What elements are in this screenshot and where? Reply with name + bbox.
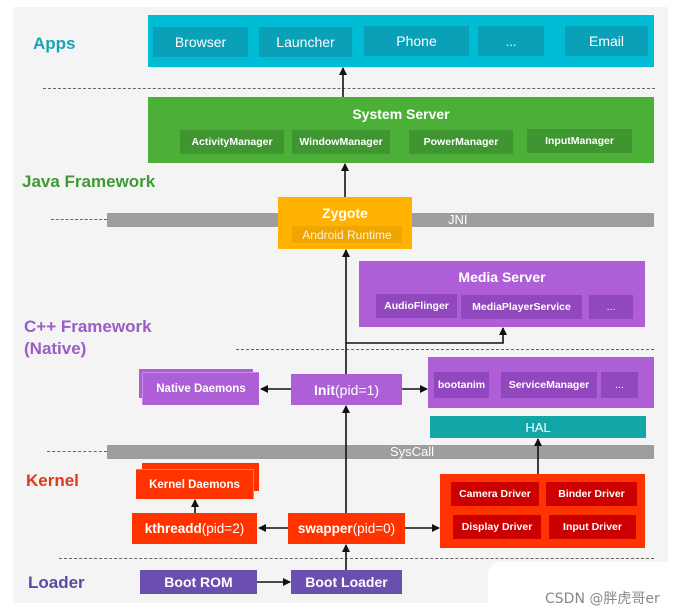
arrow-init-to-media-server — [346, 327, 507, 344]
connector-arrows — [191, 67, 542, 586]
watermark: CSDN @胖虎哥er — [545, 591, 660, 607]
